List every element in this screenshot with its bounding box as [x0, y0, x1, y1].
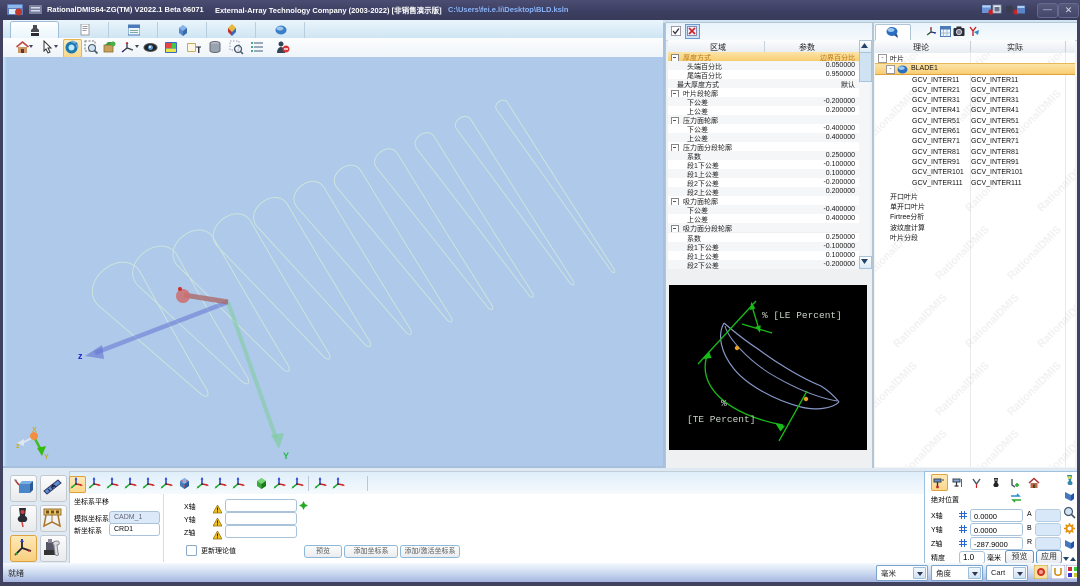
svg-text:Y: Y	[283, 451, 289, 461]
svg-text:z: z	[78, 351, 83, 361]
svg-text:z: z	[16, 443, 20, 450]
svg-text:%: %	[721, 398, 727, 409]
svg-text:X: X	[32, 427, 37, 434]
svg-text:% [LE Percent]: % [LE Percent]	[762, 310, 842, 321]
svg-text:T: T	[196, 45, 201, 55]
svg-text:Y: Y	[44, 454, 49, 461]
svg-text:[TE Percent]: [TE Percent]	[687, 414, 755, 425]
